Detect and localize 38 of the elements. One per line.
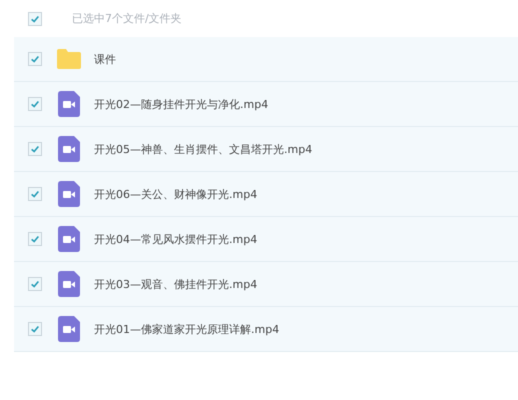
file-name: 开光06—关公、财神像开光.mp4 (94, 186, 258, 202)
file-name: 开光04—常见风水摆件开光.mp4 (94, 232, 258, 246)
file-row[interactable]: 开光05—神兽、生肖摆件、文昌塔开光.mp4 (14, 127, 518, 172)
video-file-icon (58, 226, 80, 252)
file-row[interactable]: 开光06—关公、财神像开光.mp4 (14, 172, 518, 217)
file-checkbox[interactable] (28, 52, 42, 66)
file-row[interactable]: 开光04—常见风水摆件开光.mp4 (14, 217, 518, 262)
file-checkbox[interactable] (28, 142, 42, 156)
folder-icon (56, 48, 82, 70)
video-file-icon (58, 136, 80, 162)
file-checkbox[interactable] (28, 232, 42, 246)
file-row[interactable]: 课件 (14, 37, 518, 82)
select-all-checkbox[interactable] (28, 12, 42, 26)
file-checkbox[interactable] (28, 97, 42, 111)
check-icon (30, 279, 40, 289)
video-file-icon (58, 316, 80, 342)
video-file-icon (58, 91, 80, 117)
check-icon (30, 189, 40, 199)
check-icon (30, 14, 40, 24)
file-name: 开光01—佛家道家开光原理详解.mp4 (94, 322, 280, 336)
file-checkbox[interactable] (28, 277, 42, 291)
selection-count-label: 已选中7个文件/文件夹 (72, 11, 182, 26)
check-icon (30, 234, 40, 244)
file-name: 开光03—观音、佛挂件开光.mp4 (94, 276, 258, 292)
check-icon (30, 144, 40, 154)
file-name: 开光02—随身挂件开光与净化.mp4 (94, 96, 268, 112)
file-name: 开光05—神兽、生肖摆件、文昌塔开光.mp4 (94, 142, 312, 156)
check-icon (30, 54, 40, 64)
video-file-icon (58, 271, 80, 297)
check-icon (30, 324, 40, 334)
check-icon (30, 99, 40, 109)
file-row[interactable]: 开光02—随身挂件开光与净化.mp4 (14, 82, 518, 127)
file-checkbox[interactable] (28, 187, 42, 201)
file-checkbox[interactable] (28, 322, 42, 336)
file-name: 课件 (94, 52, 116, 66)
video-file-icon (58, 181, 80, 207)
file-row[interactable]: 开光03—观音、佛挂件开光.mp4 (14, 262, 518, 307)
file-row[interactable]: 开光01—佛家道家开光原理详解.mp4 (14, 307, 518, 352)
